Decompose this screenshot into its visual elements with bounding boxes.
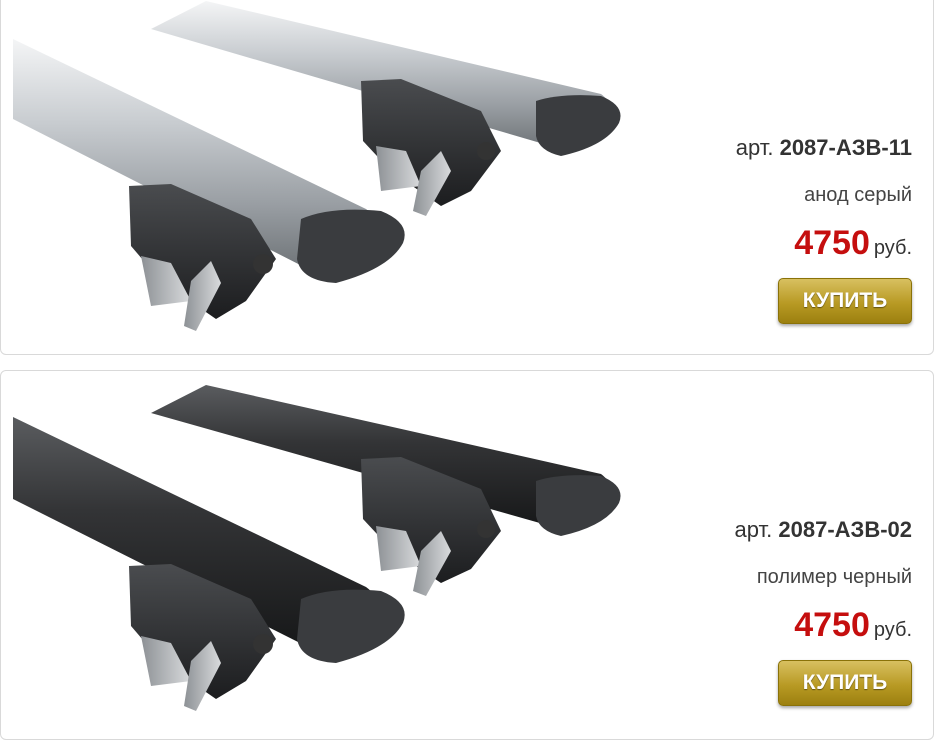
article-prefix: арт. [734,517,773,542]
product-card: арт. 2087-АЗВ-11 анод серый 4750 руб. КУП… [0,0,934,355]
price-currency: руб. [873,619,912,641]
product-info: арт. 2087-АЗВ-02 полимер черный 4750 руб.… [652,517,912,706]
article-code: 2087-АЗВ-02 [778,517,912,542]
product-finish: анод серый [804,184,912,206]
price-value: 4750 [794,606,870,644]
price-currency: руб. [873,237,912,259]
price-row: 4750 руб. [652,223,912,270]
product-finish: полимер черный [756,566,912,588]
buy-button[interactable]: КУПИТЬ [778,278,912,324]
roof-rack-black-image[interactable] [1,371,631,721]
product-info: арт. 2087-АЗВ-11 анод серый 4750 руб. КУП… [652,135,912,324]
article-number: арт. 2087-АЗВ-02 [652,517,913,543]
price-row: 4750 руб. [652,605,912,652]
price-value: 4750 [794,224,870,262]
roof-rack-silver-image[interactable] [1,1,631,351]
article-code: 2087-АЗВ-11 [779,135,912,160]
article-prefix: арт. [735,135,774,160]
product-card: арт. 2087-АЗВ-02 полимер черный 4750 руб.… [0,370,934,740]
article-number: арт. 2087-АЗВ-11 [652,135,912,161]
buy-button[interactable]: КУПИТЬ [778,660,912,706]
